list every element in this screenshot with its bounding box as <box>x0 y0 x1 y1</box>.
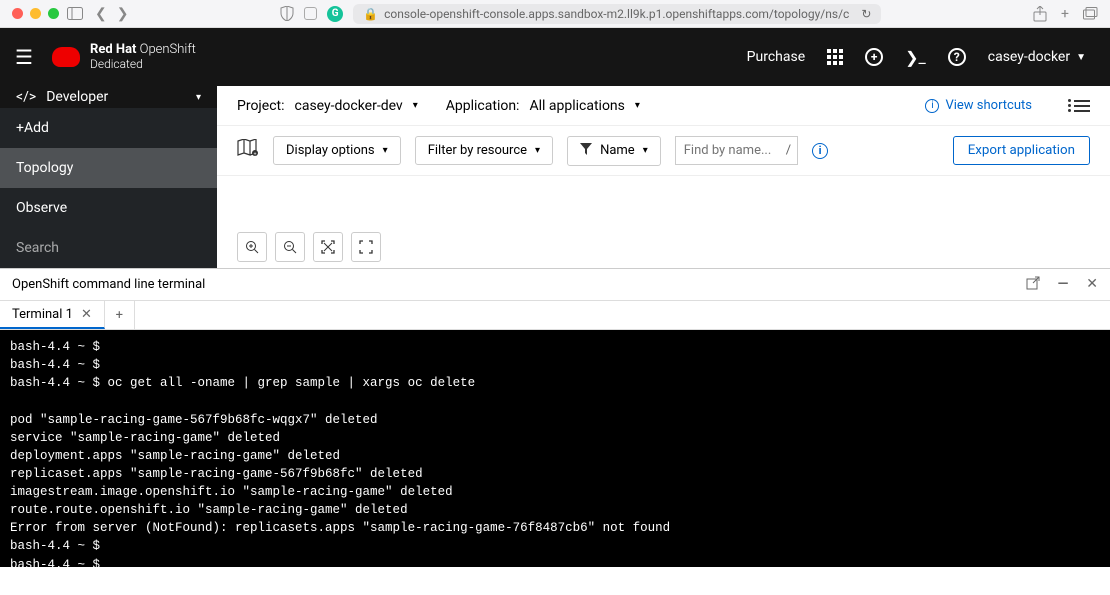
help-icon[interactable]: ? <box>948 48 966 66</box>
app-launcher-icon[interactable] <box>827 49 843 65</box>
zoom-controls <box>237 232 381 262</box>
list-view-icon[interactable] <box>1074 97 1090 115</box>
caret-down-icon: ▾ <box>635 100 640 111</box>
minimize-panel-icon[interactable]: — <box>1058 276 1069 294</box>
reload-icon[interactable]: ↻ <box>861 7 871 21</box>
layout-icon[interactable]: + <box>237 139 259 162</box>
context-bar: Project: casey-docker-dev ▾ Application:… <box>217 86 1110 126</box>
perspective-switcher[interactable]: </> Developer ▾ <box>0 86 217 108</box>
url-bar[interactable]: 🔒 console-openshift-console.apps.sandbox… <box>353 4 881 24</box>
grammarly-icon[interactable]: G <box>327 6 343 22</box>
caret-down-icon: ▾ <box>643 145 648 156</box>
nav-toggle[interactable]: ☰ <box>0 45 48 69</box>
user-menu[interactable]: casey-docker ▼ <box>988 49 1086 65</box>
terminal-panel-header: OpenShift command line terminal — ✕ <box>0 268 1110 300</box>
close-panel-icon[interactable]: ✕ <box>1086 276 1098 294</box>
terminal-tabs: Terminal 1 ✕ + <box>0 300 1110 330</box>
cloud-shell-icon[interactable]: ❯_ <box>905 48 926 67</box>
tabs-overview-icon[interactable] <box>1083 6 1098 22</box>
toolbar: + Display options ▾ Filter by resource ▾… <box>217 126 1110 176</box>
zoom-out-button[interactable] <box>275 232 305 262</box>
terminal-tab-1[interactable]: Terminal 1 ✕ <box>0 301 105 329</box>
purchase-link[interactable]: Purchase <box>747 49 805 65</box>
caret-down-icon: ▾ <box>535 145 540 156</box>
filter-icon <box>580 143 592 159</box>
forward-button[interactable]: ❯ <box>117 6 129 22</box>
find-by-name[interactable]: / <box>675 136 798 165</box>
info-icon[interactable]: i <box>812 143 828 159</box>
privacy-icon[interactable] <box>304 7 317 20</box>
zoom-in-button[interactable] <box>237 232 267 262</box>
add-terminal-tab[interactable]: + <box>105 301 135 329</box>
sidebar: </> Developer ▾ +Add Topology Observe Se… <box>0 86 217 268</box>
perspective-label: Developer <box>46 89 108 105</box>
caret-down-icon: ▾ <box>413 100 418 111</box>
maximize-window[interactable] <box>48 8 59 19</box>
back-button[interactable]: ❮ <box>95 6 107 22</box>
browser-chrome: ❮ ❯ G 🔒 console-openshift-console.apps.s… <box>0 0 1110 28</box>
open-external-icon[interactable] <box>1026 276 1040 294</box>
shield-icon[interactable] <box>280 6 294 21</box>
url-text: console-openshift-console.apps.sandbox-m… <box>384 7 849 21</box>
export-application-button[interactable]: Export application <box>953 136 1090 165</box>
display-options-dropdown[interactable]: Display options ▾ <box>273 136 401 165</box>
fit-to-screen-button[interactable] <box>313 232 343 262</box>
name-filter-dropdown[interactable]: Name ▾ <box>567 136 661 166</box>
brand-logo[interactable]: Red Hat OpenShift Dedicated <box>52 43 196 70</box>
caret-down-icon: ▾ <box>196 92 201 103</box>
terminal-output[interactable]: bash-4.4 ~ $ bash-4.4 ~ $ bash-4.4 ~ $ o… <box>0 330 1110 567</box>
username: casey-docker <box>988 49 1070 65</box>
caret-down-icon: ▾ <box>383 145 388 156</box>
project-selector[interactable]: Project: casey-docker-dev ▾ <box>237 98 418 114</box>
filter-dropdown[interactable]: Filter by resource ▾ <box>415 136 553 165</box>
close-window[interactable] <box>12 8 23 19</box>
sidebar-item-search[interactable]: Search <box>0 228 217 268</box>
sidebar-item-topology[interactable]: Topology <box>0 148 217 188</box>
import-icon[interactable]: + <box>865 48 883 66</box>
share-icon[interactable] <box>1033 6 1047 22</box>
topology-canvas[interactable] <box>217 176 1110 268</box>
reset-view-button[interactable] <box>351 232 381 262</box>
application-selector[interactable]: Application: All applications ▾ <box>446 98 640 114</box>
sidebar-toggle-icon[interactable] <box>67 7 83 20</box>
close-tab-icon[interactable]: ✕ <box>81 307 92 322</box>
caret-down-icon: ▼ <box>1076 52 1086 63</box>
info-icon: i <box>925 99 939 113</box>
redhat-icon <box>52 47 80 67</box>
content-area: Project: casey-docker-dev ▾ Application:… <box>217 86 1110 268</box>
sidebar-item-observe[interactable]: Observe <box>0 188 217 228</box>
window-controls <box>12 8 59 19</box>
minimize-window[interactable] <box>30 8 41 19</box>
masthead: ☰ Red Hat OpenShift Dedicated Purchase +… <box>0 28 1110 86</box>
code-icon: </> <box>16 89 36 105</box>
view-shortcuts-link[interactable]: i View shortcuts <box>925 98 1032 113</box>
svg-text:+: + <box>254 152 257 158</box>
terminal-title: OpenShift command line terminal <box>12 277 205 292</box>
lock-icon: 🔒 <box>363 7 378 21</box>
find-input[interactable] <box>676 137 786 164</box>
sidebar-item-add[interactable]: +Add <box>0 108 217 148</box>
new-tab-icon[interactable]: + <box>1061 6 1069 22</box>
